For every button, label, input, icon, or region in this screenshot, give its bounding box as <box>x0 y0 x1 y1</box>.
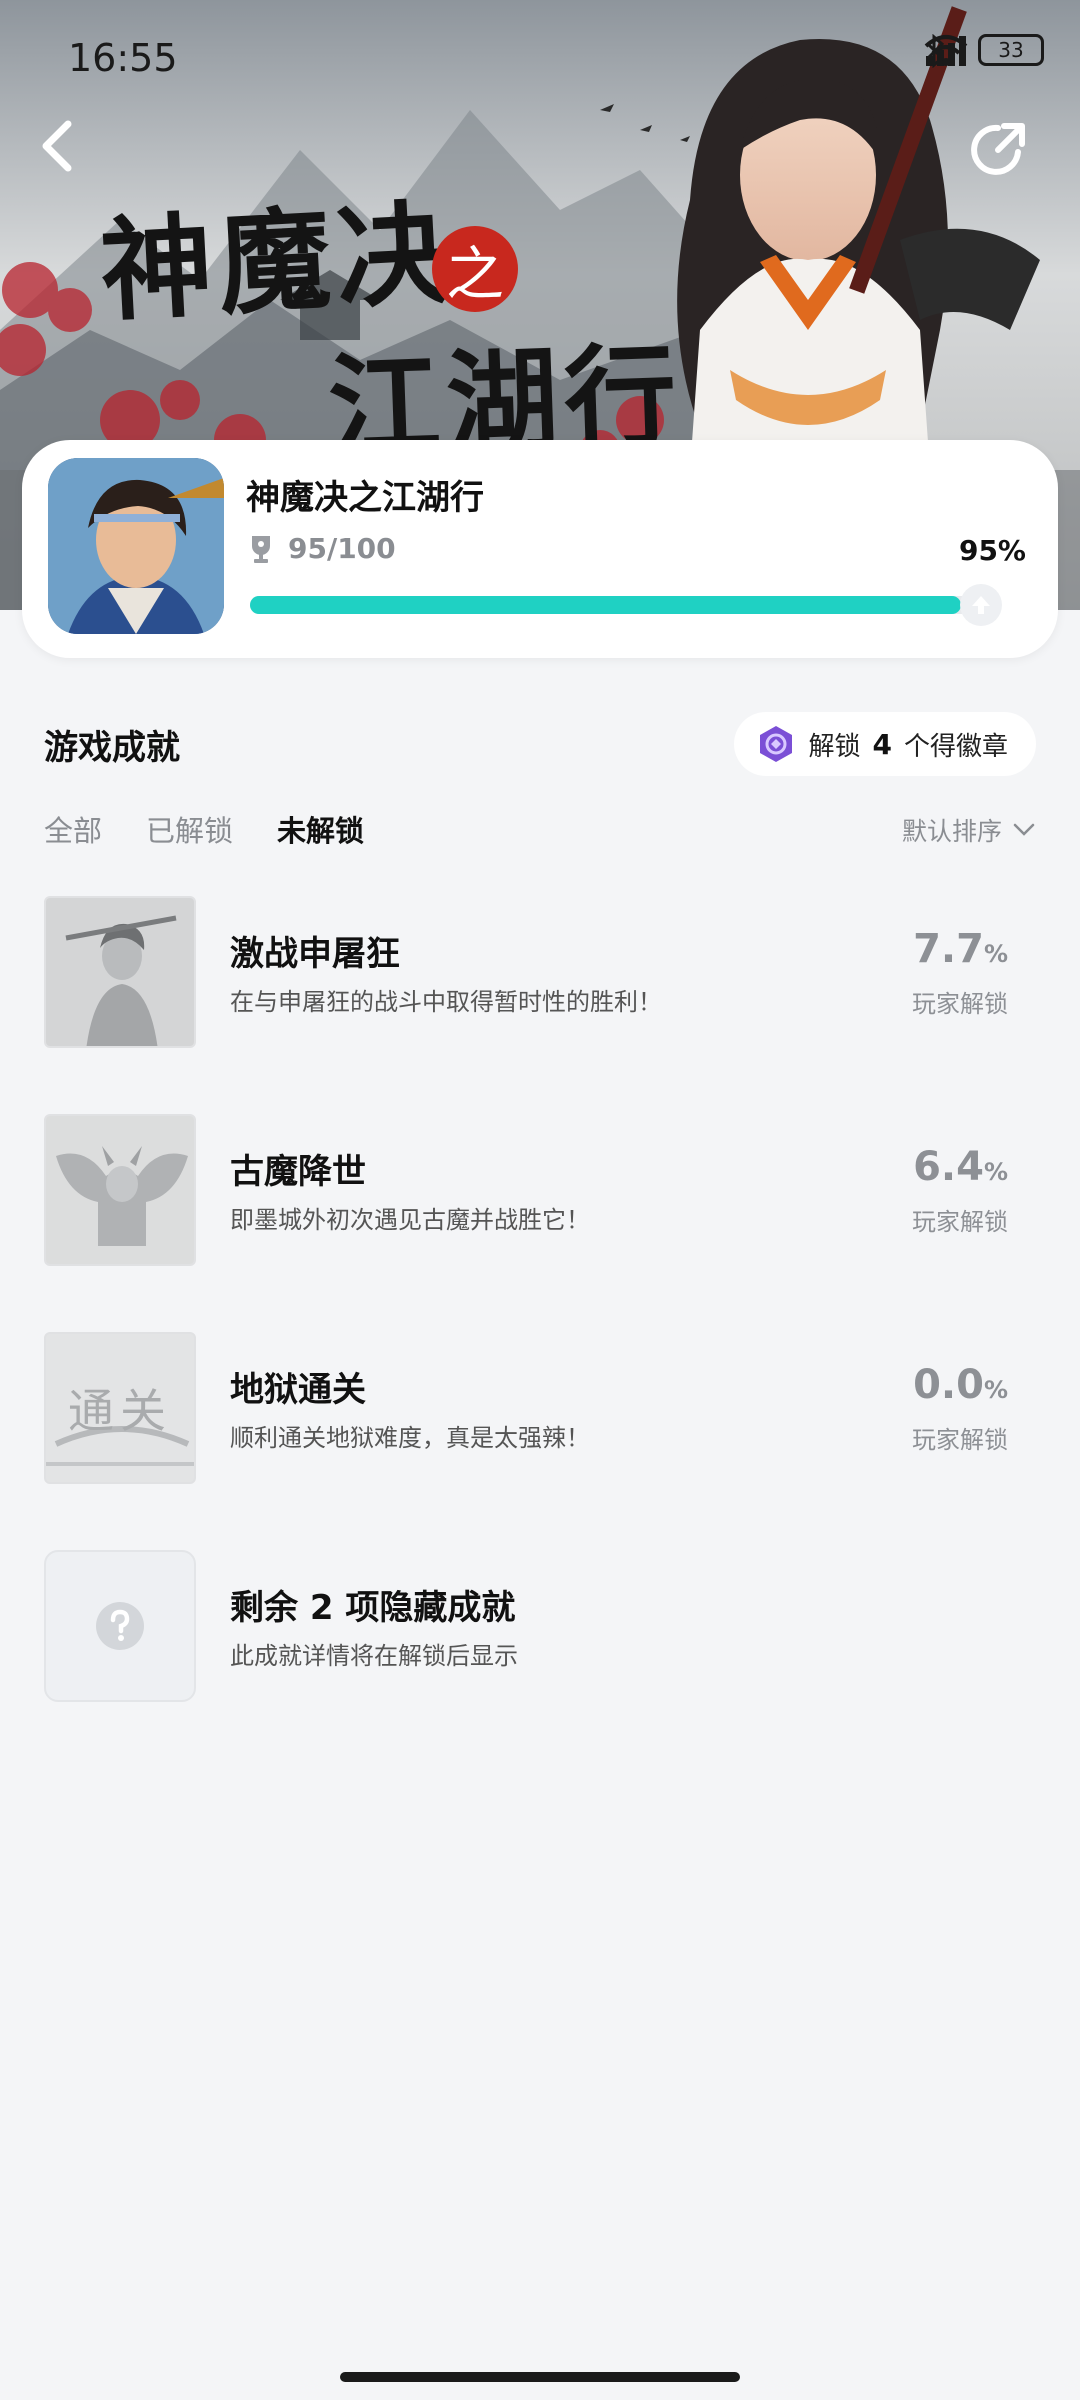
status-time: 16:55 <box>68 36 178 80</box>
question-icon <box>96 1602 144 1650</box>
achievement-percent-value: 6.4 <box>913 1144 984 1190</box>
game-avatar <box>48 458 224 634</box>
share-button[interactable] <box>968 120 1040 192</box>
achievement-item[interactable]: 通关 地狱通关 顺利通关地狱难度，真是太强辣！ 0.0% 玩家解锁 <box>44 1332 1036 1484</box>
badge-hint-suffix: 个得徽章 <box>903 731 1008 762</box>
progress-percent: 95% <box>958 534 1026 567</box>
achievement-percent: 7.7% <box>913 926 1008 972</box>
achievement-desc: 顺利通关地狱难度，真是太强辣！ <box>230 1424 590 1452</box>
achievement-title: 古魔降世 <box>230 1152 366 1192</box>
game-summary-card[interactable]: 神魔决之江湖行 95/100 95% <box>22 440 1058 658</box>
achievement-percent-unit: % <box>983 1376 1008 1404</box>
sort-label: 默认排序 <box>901 817 1002 846</box>
achievement-percent-label: 玩家解锁 <box>912 1426 1008 1454</box>
battery-level: 33 <box>998 38 1024 62</box>
filter-tabs: 全部 已解锁 未解锁 <box>44 808 364 850</box>
achievement-title: 地狱通关 <box>230 1370 366 1410</box>
progress-bar <box>250 584 1002 626</box>
achievement-percent: 0.0% <box>913 1362 1008 1408</box>
hidden-achievement-thumbnail <box>44 1550 196 1702</box>
progress-end-marker <box>960 584 1002 626</box>
achievement-percent-label: 玩家解锁 <box>912 1208 1008 1236</box>
achievement-thumbnail <box>44 1114 196 1266</box>
achievement-thumbnail <box>44 896 196 1048</box>
achievements-page: 16:55 33 神魔决 之 江湖行 神魔决之江湖行 95/100 95% 游戏… <box>0 0 1080 2400</box>
hidden-achievement-desc: 此成就详情将在解锁后显示 <box>230 1642 518 1670</box>
trophy-row: 95/100 <box>248 532 396 565</box>
status-icons: 33 <box>924 34 1044 68</box>
tab-locked[interactable]: 未解锁 <box>277 808 364 850</box>
home-indicator[interactable] <box>340 2372 740 2382</box>
achievement-item[interactable]: 激战申屠狂 在与申屠狂的战斗中取得暂时性的胜利！ 7.7% 玩家解锁 <box>44 896 1036 1048</box>
battery-icon: 33 <box>978 34 1044 66</box>
section-title: 游戏成就 <box>44 728 180 768</box>
badge-icon <box>760 726 793 762</box>
achievement-percent-value: 0.0 <box>913 1362 984 1408</box>
badge-hint-prefix: 解锁 <box>808 731 861 762</box>
achievement-title: 激战申屠狂 <box>230 934 400 974</box>
badge-hint-count: 4 <box>872 727 892 761</box>
badge-hint-button[interactable]: 解锁 4 个得徽章 <box>734 712 1036 776</box>
arrow-up-icon <box>972 596 990 614</box>
hidden-achievements-item[interactable]: 剩余 2 项隐藏成就 此成就详情将在解锁后显示 <box>44 1550 1036 1702</box>
achievement-percent-unit: % <box>983 940 1008 968</box>
achievement-desc: 即墨城外初次遇见古魔并战胜它！ <box>230 1206 590 1234</box>
tab-all[interactable]: 全部 <box>44 808 102 850</box>
hidden-achievement-title: 剩余 2 项隐藏成就 <box>230 1588 516 1628</box>
tab-unlocked[interactable]: 已解锁 <box>146 808 233 850</box>
achievement-item[interactable]: 古魔降世 即墨城外初次遇见古魔并战胜它！ 6.4% 玩家解锁 <box>44 1114 1036 1266</box>
trophy-icon <box>252 535 270 563</box>
game-name: 神魔决之江湖行 <box>246 478 484 518</box>
trophy-count: 95/100 <box>288 532 396 565</box>
achievement-desc: 在与申屠狂的战斗中取得暂时性的胜利！ <box>230 988 662 1016</box>
achievement-thumb-text: 通关 <box>68 1384 172 1438</box>
chevron-down-icon <box>1013 823 1035 836</box>
achievement-thumbnail: 通关 <box>44 1332 196 1484</box>
sort-dropdown[interactable]: 默认排序 <box>902 812 1036 848</box>
share-icon <box>971 123 1025 175</box>
progress-fill <box>250 596 961 614</box>
achievement-percent-unit: % <box>983 1158 1008 1186</box>
back-button[interactable] <box>38 120 102 184</box>
achievement-percent-label: 玩家解锁 <box>912 990 1008 1018</box>
achievement-percent-value: 7.7 <box>913 926 984 972</box>
achievement-percent: 6.4% <box>913 1144 1008 1190</box>
chevron-left-icon <box>42 120 72 172</box>
banner-seal: 之 <box>432 226 518 312</box>
